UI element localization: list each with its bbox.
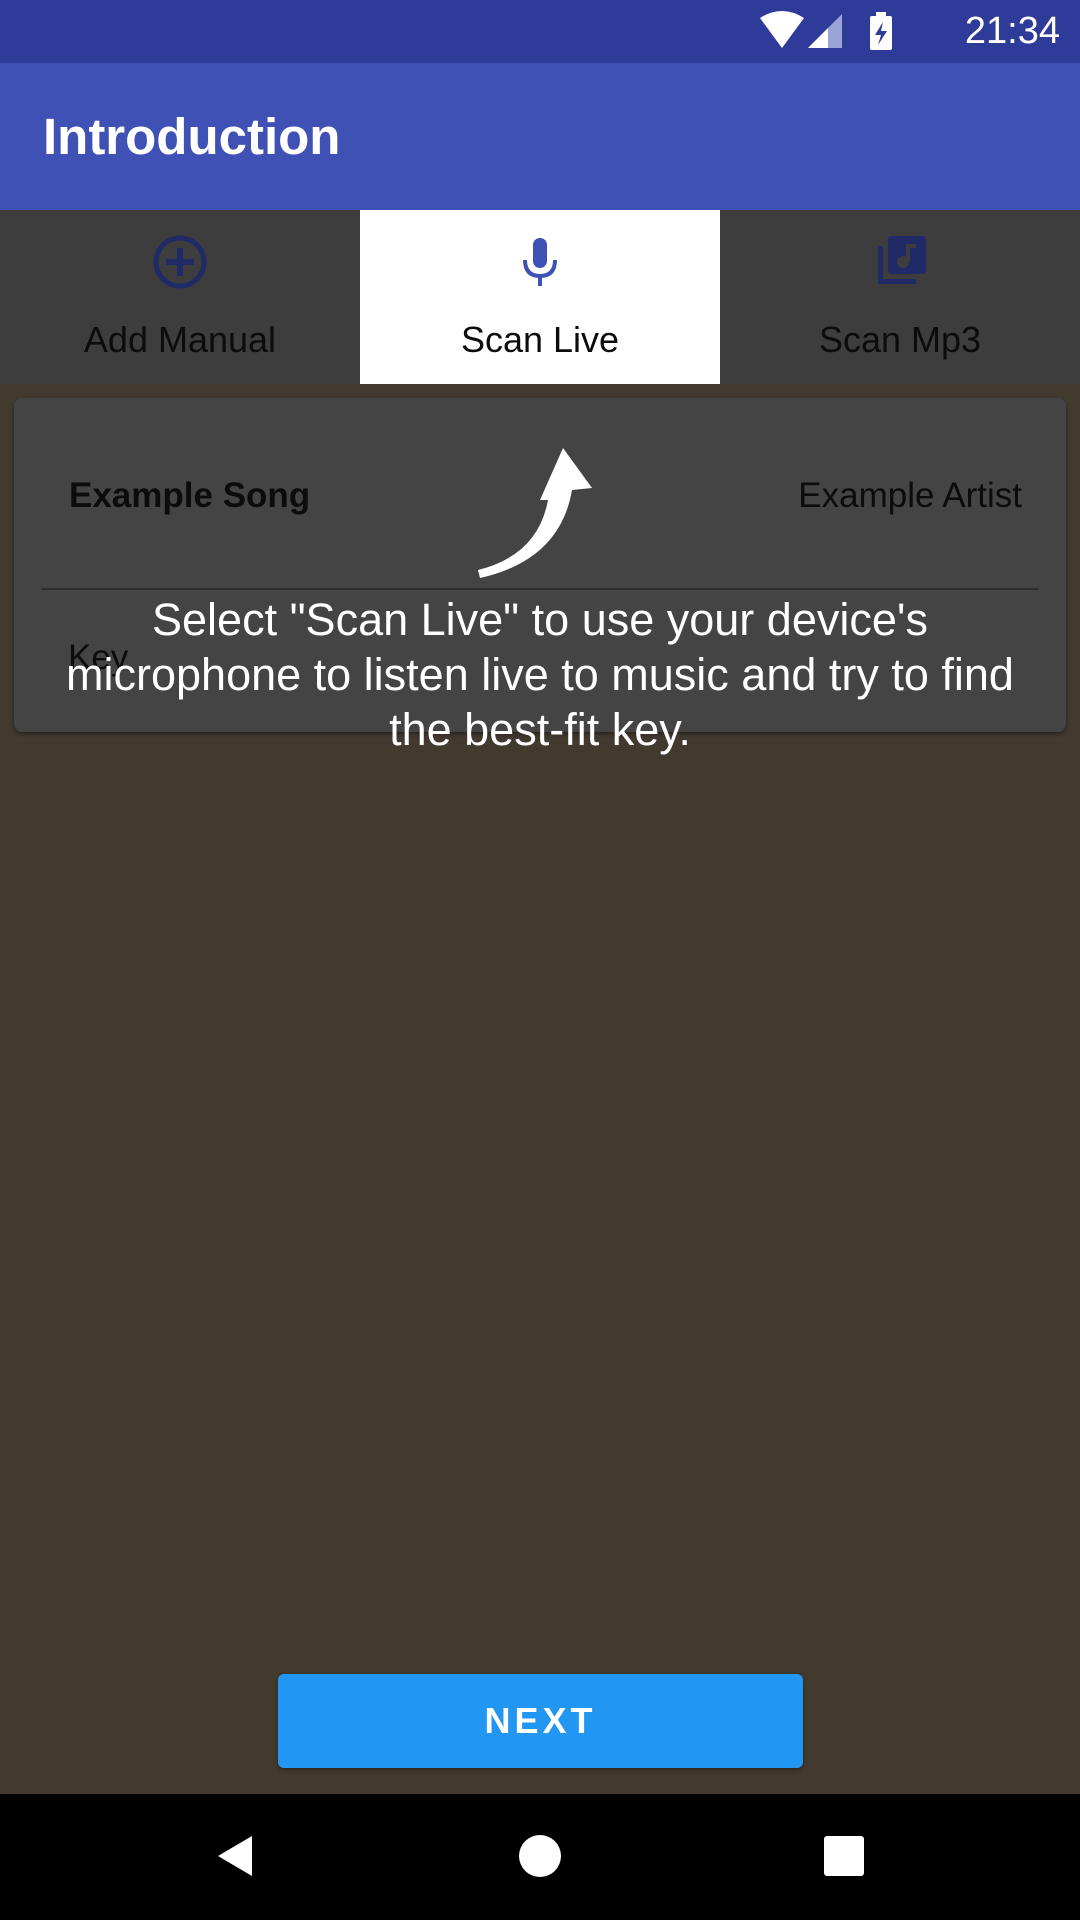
tab-add-manual[interactable]: Add Manual — [0, 210, 360, 384]
tab-label: Add Manual — [83, 319, 277, 360]
home-icon[interactable] — [510, 1826, 570, 1886]
music-library-icon — [878, 236, 926, 284]
tab-scan-live[interactable]: Scan Live — [360, 210, 720, 384]
status-time: 21:34 — [964, 10, 1060, 52]
status-icons — [760, 11, 892, 50]
cell-signal-icon — [808, 14, 842, 48]
recents-icon[interactable] — [814, 1826, 874, 1886]
arrow-up-icon — [478, 448, 592, 578]
add-circle-icon — [153, 235, 207, 289]
back-icon[interactable] — [206, 1826, 266, 1886]
tab-scan-mp3[interactable]: Scan Mp3 — [720, 210, 1080, 384]
divider — [41, 588, 1039, 590]
page-title: Introduction — [43, 108, 341, 165]
tutorial-text: Select "Scan Live" to use your device's … — [66, 594, 1014, 755]
tab-label: Scan Live — [460, 319, 620, 360]
song-title: Example Song — [69, 476, 311, 515]
tab-bar: Add Manual Scan Live Scan Mp3 — [0, 210, 1080, 384]
wifi-icon — [760, 11, 804, 48]
tab-label: Scan Mp3 — [818, 319, 982, 360]
status-bar: 21:34 — [0, 0, 1080, 63]
microphone-icon — [523, 238, 557, 286]
next-button[interactable]: NEXT — [278, 1674, 803, 1768]
app-bar: Introduction — [0, 63, 1080, 210]
song-artist: Example Artist — [798, 476, 1022, 515]
battery-charging-icon — [870, 12, 892, 50]
navigation-bar — [0, 1794, 1080, 1920]
